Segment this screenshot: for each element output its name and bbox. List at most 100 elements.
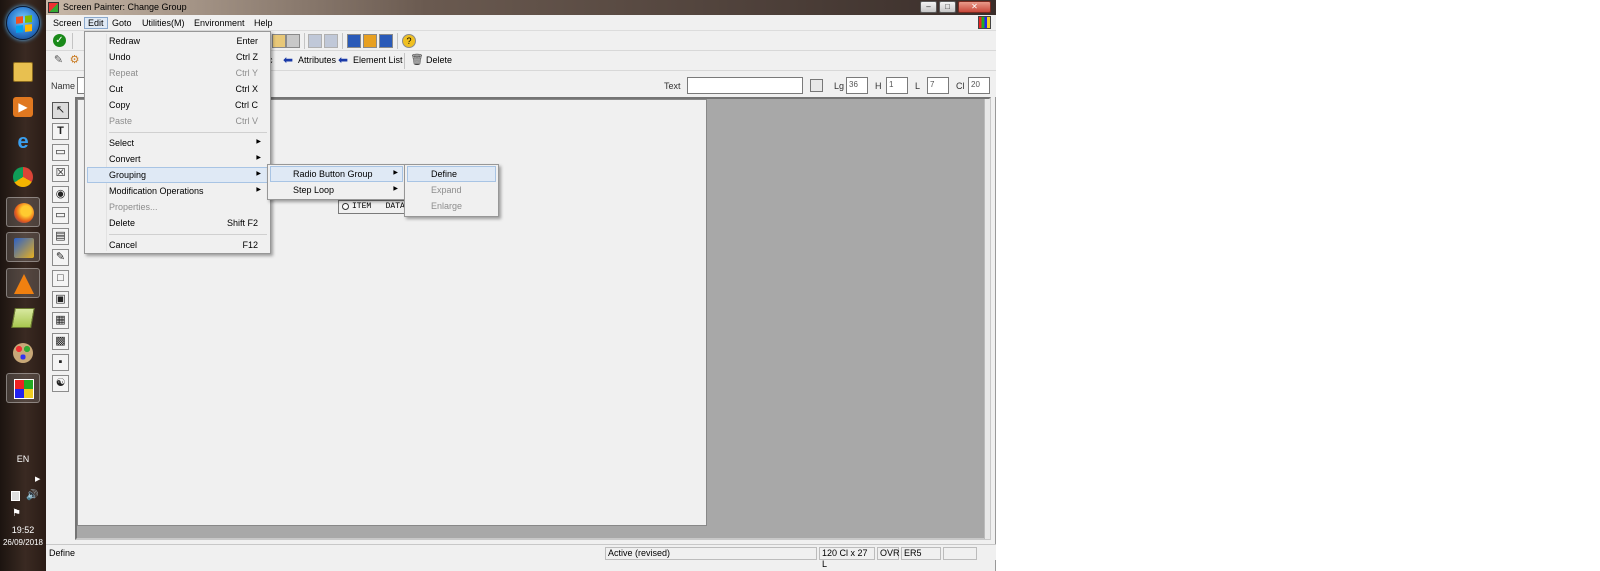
box-tool-icon[interactable]: □ [52, 270, 69, 287]
show-hidden-icons-icon[interactable]: ▶ [35, 475, 40, 483]
toolbar-separator [72, 33, 73, 49]
maximize-button[interactable]: □ [939, 1, 956, 13]
length-field[interactable]: 36 [846, 77, 868, 94]
status-system: ER5 [901, 547, 941, 560]
line-label: L [915, 81, 921, 91]
input-field-tool-icon[interactable]: ▭ [52, 144, 69, 161]
internet-explorer-icon: e [17, 131, 29, 153]
sap-logon-taskbar-button[interactable] [6, 232, 40, 262]
start-button[interactable] [6, 6, 40, 40]
column-label: Cl [956, 81, 965, 91]
chrome-taskbar-button[interactable] [6, 162, 40, 192]
help-icon[interactable]: ? [402, 34, 416, 48]
media-player-taskbar-button[interactable]: ▶ [6, 92, 40, 122]
display-change-icon[interactable]: ⚙ [68, 54, 81, 67]
attributes-button[interactable]: Attributes [298, 55, 336, 65]
menu-item-shortcut: Ctrl Z [236, 52, 258, 62]
element-list-button[interactable]: Element List [353, 55, 403, 65]
clock-time[interactable]: 19:52 [0, 525, 46, 535]
text-field-tool-icon[interactable]: T [52, 123, 69, 140]
table-control-wizard-icon[interactable]: ▩ [52, 333, 69, 350]
title-bar[interactable]: Screen Painter: Change Group – □ ✕ [46, 0, 996, 15]
menu-item-grouping[interactable]: Grouping ▶ [87, 167, 268, 183]
menu-item-redraw[interactable]: Redraw Enter [87, 33, 268, 49]
first-page-icon[interactable] [308, 34, 322, 48]
enter-check-icon[interactable]: ✓ [53, 34, 66, 47]
app-icon[interactable] [48, 2, 59, 13]
menu-item-label: Undo [109, 52, 131, 62]
delete-trash-icon[interactable]: 🗑 [410, 54, 424, 67]
table-control-tool-icon[interactable]: ▦ [52, 312, 69, 329]
column-field[interactable]: 20 [968, 77, 990, 94]
menu-edit[interactable]: Edit [84, 17, 108, 29]
menu-item-label: Expand [431, 185, 462, 195]
pushbutton-tool-icon[interactable]: ▭ [52, 207, 69, 224]
menu-environment[interactable]: Environment [191, 17, 248, 29]
status-icon-tool-icon[interactable]: ☯ [52, 375, 69, 392]
find-icon[interactable] [272, 34, 286, 48]
delete-button[interactable]: Delete [426, 55, 452, 65]
previous-page-icon[interactable] [324, 34, 338, 48]
vertical-scrollbar[interactable] [984, 99, 990, 539]
attributes-arrow-icon[interactable]: ⬅ [283, 54, 293, 66]
edit-pencil-icon[interactable]: ✎ [52, 54, 65, 67]
menu-item-label: Cancel [109, 240, 138, 250]
menu-item-label: Step Loop [293, 185, 335, 195]
pointer-tool-icon[interactable]: ↖ [52, 102, 69, 119]
paint-taskbar-button[interactable] [6, 338, 40, 368]
find-next-icon[interactable] [286, 34, 300, 48]
firefox-taskbar-button[interactable] [6, 197, 40, 227]
tabstrip-wizard-icon[interactable]: ✎ [52, 249, 69, 266]
menu-goto[interactable]: Goto [109, 17, 135, 29]
custom-control-tool-icon[interactable]: ▪ [52, 354, 69, 371]
tabstrip-tool-icon[interactable]: ▤ [52, 228, 69, 245]
menu-item-step-loop[interactable]: Step Loop ▶ [270, 182, 403, 198]
close-button[interactable]: ✕ [958, 1, 991, 13]
radio-button-tool-icon[interactable]: ◉ [52, 186, 69, 203]
menu-help[interactable]: Help [251, 17, 276, 29]
menu-item-shortcut: Ctrl Y [235, 68, 258, 78]
radio-button-text[interactable]: ITEM DATA [352, 202, 405, 211]
checkbox-tool-icon[interactable]: ☒ [52, 165, 69, 182]
menu-item-modification-operations[interactable]: Modification Operations ▶ [87, 183, 268, 199]
radio-button-icon[interactable] [342, 203, 349, 210]
status-mode: Active (revised) [605, 547, 817, 560]
battery-icon[interactable] [11, 491, 20, 501]
clock-date[interactable]: 26/09/2018 [0, 538, 46, 547]
menu-item-cancel[interactable]: Cancel F12 [87, 237, 268, 253]
text-field[interactable] [687, 77, 803, 94]
menu-item-undo[interactable]: Undo Ctrl Z [87, 49, 268, 65]
submenu-arrow-icon: ▶ [256, 155, 261, 161]
element-list-arrow-icon[interactable]: ⬅ [338, 54, 348, 66]
menu-screen[interactable]: Screen [50, 17, 85, 29]
menu-item-cut[interactable]: Cut Ctrl X [87, 81, 268, 97]
status-insert-mode[interactable]: OVR [877, 547, 900, 560]
action-center-flag-icon[interactable]: ⚑ [12, 508, 21, 519]
create-session-icon[interactable] [347, 34, 361, 48]
customize-layout-icon[interactable] [978, 16, 991, 29]
menu-item-shortcut: Ctrl C [235, 100, 258, 110]
sap-gui-taskbar-button[interactable] [6, 303, 40, 333]
file-explorer-taskbar-button[interactable] [6, 57, 40, 87]
menu-item-convert[interactable]: Convert ▶ [87, 151, 268, 167]
screen-painter-taskbar-button[interactable] [6, 373, 40, 403]
minimize-button[interactable]: – [920, 1, 937, 13]
menu-item-radio-button-group[interactable]: Radio Button Group ▶ [270, 166, 403, 182]
generate-shortcut-icon[interactable] [363, 34, 377, 48]
menu-item-shortcut: Shift F2 [226, 218, 258, 228]
layout-icon[interactable] [379, 34, 393, 48]
menu-item-select[interactable]: Select ▶ [87, 135, 268, 151]
menu-item-define[interactable]: Define [407, 166, 496, 182]
menu-utilities[interactable]: Utilities(M) [139, 17, 188, 29]
line-field[interactable]: 7 [927, 77, 949, 94]
subscreen-tool-icon[interactable]: ▣ [52, 291, 69, 308]
menu-item-delete[interactable]: Delete Shift F2 [87, 215, 268, 231]
vlc-taskbar-button[interactable] [6, 268, 40, 298]
internet-explorer-taskbar-button[interactable]: e [6, 127, 40, 157]
volume-icon[interactable]: 🔊 [26, 490, 38, 501]
menu-item-copy[interactable]: Copy Ctrl C [87, 97, 268, 113]
height-field[interactable]: 1 [886, 77, 908, 94]
language-indicator[interactable]: EN [0, 454, 46, 464]
text-list-icon[interactable] [810, 79, 823, 92]
toolbar-separator [397, 33, 398, 49]
